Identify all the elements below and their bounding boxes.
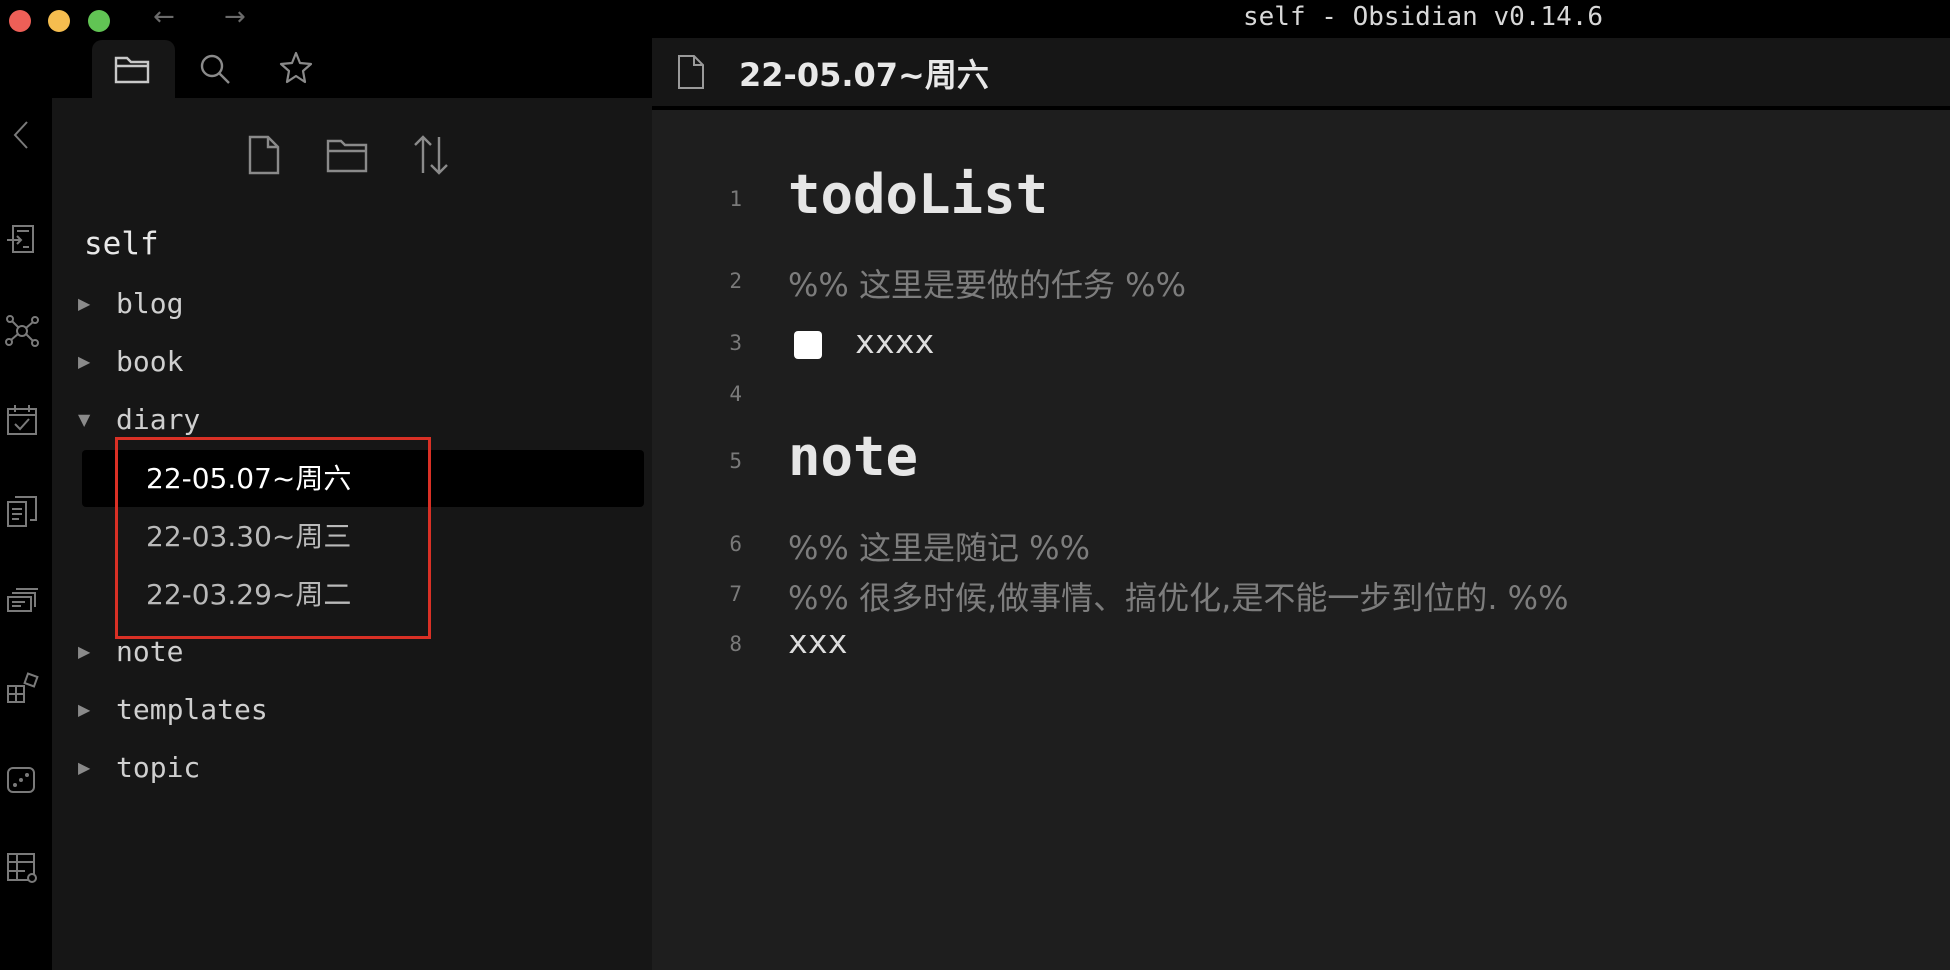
caret-right-icon: ▶ — [78, 758, 91, 777]
highlight-box — [115, 437, 431, 639]
folder-label: blog — [116, 287, 184, 320]
line-number: 3 — [729, 331, 742, 355]
collapse-chevron-icon[interactable] — [5, 118, 39, 152]
search-icon[interactable] — [198, 52, 232, 90]
caret-right-icon: ▶ — [78, 700, 91, 719]
folder-icon[interactable] — [113, 52, 151, 90]
text-line[interactable]: xxx — [788, 622, 848, 661]
comment-line[interactable]: %% 这里是随记 %% — [788, 523, 1090, 569]
table-settings-icon[interactable] — [5, 850, 39, 884]
document-title[interactable]: 22-05.07~周六 — [739, 50, 989, 96]
window-title: self - Obsidian v0.14.6 — [1243, 2, 1604, 32]
line-number: 7 — [729, 582, 742, 606]
close-window-button[interactable] — [9, 10, 31, 32]
folder-label: book — [116, 345, 184, 378]
caret-down-icon: ▼ — [78, 410, 91, 429]
line-number: 4 — [729, 382, 742, 406]
new-file-icon[interactable] — [242, 133, 286, 177]
new-folder-icon[interactable] — [325, 133, 369, 177]
file-icon — [676, 54, 706, 94]
caret-right-icon: ▶ — [78, 352, 91, 371]
forward-arrow-icon[interactable]: → — [224, 2, 246, 32]
caret-right-icon: ▶ — [78, 294, 91, 313]
star-icon[interactable] — [278, 50, 314, 90]
back-arrow-icon[interactable]: ← — [153, 2, 175, 32]
slides-icon[interactable] — [5, 583, 39, 617]
line-number: 8 — [729, 632, 742, 656]
random-note-icon[interactable] — [5, 761, 39, 795]
caret-right-icon: ▶ — [78, 642, 91, 661]
comment-line[interactable]: %% 这里是要做的任务 %% — [788, 260, 1186, 306]
line-number: 1 — [729, 187, 742, 211]
left-ribbon — [0, 38, 52, 970]
task-text[interactable]: xxxx — [855, 322, 934, 361]
heading-todolist[interactable]: todoList — [788, 163, 1048, 226]
heading-note[interactable]: note — [788, 425, 918, 488]
folder-label: topic — [116, 751, 201, 784]
templates-icon[interactable] — [5, 494, 39, 528]
vault-name[interactable]: self — [84, 226, 159, 262]
daily-note-icon[interactable] — [5, 403, 39, 437]
plugins-icon[interactable] — [5, 672, 39, 706]
task-checkbox[interactable] — [794, 331, 822, 359]
minimize-window-button[interactable] — [48, 10, 70, 32]
comment-line[interactable]: %% 很多时候,做事情、搞优化,是不能一步到位的. %% — [788, 573, 1569, 619]
line-number: 5 — [729, 449, 742, 473]
switcher-icon[interactable] — [5, 223, 39, 257]
folder-label: templates — [116, 693, 268, 726]
maximize-window-button[interactable] — [88, 10, 110, 32]
folder-label: diary — [116, 403, 201, 436]
line-number: 2 — [729, 269, 742, 293]
sort-icon[interactable] — [409, 133, 453, 177]
line-number: 6 — [729, 532, 742, 556]
graph-icon[interactable] — [5, 314, 39, 348]
title-bar: ← → self - Obsidian v0.14.6 — [0, 0, 1950, 38]
